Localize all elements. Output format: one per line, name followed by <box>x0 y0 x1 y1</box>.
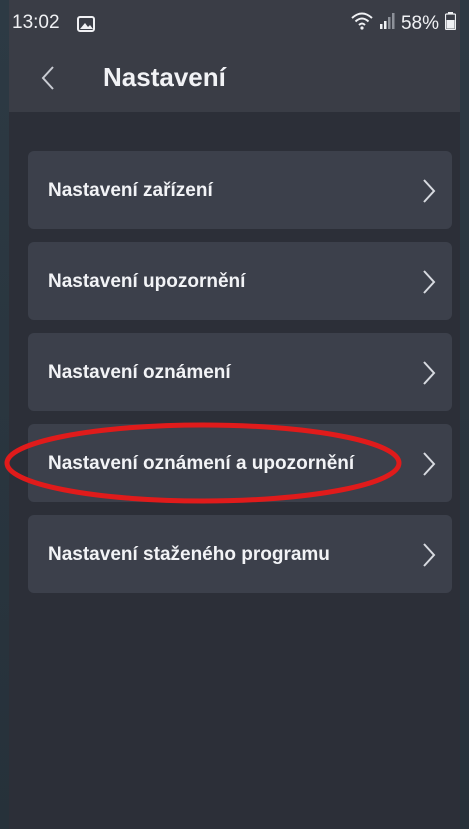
settings-item-alerts[interactable]: Nastavení upozornění <box>28 242 452 320</box>
settings-list: Nastavení zařízení Nastavení upozornění … <box>28 151 452 606</box>
status-icons: 58% <box>351 12 457 35</box>
settings-item-downloaded-program[interactable]: Nastavení staženého programu <box>28 515 452 593</box>
settings-item-notifications-and-alerts[interactable]: Nastavení oznámení a upozornění <box>28 424 452 502</box>
settings-item-notifications[interactable]: Nastavení oznámení <box>28 333 452 411</box>
settings-item-label: Nastavení oznámení <box>48 362 231 383</box>
chevron-right-icon <box>423 179 436 203</box>
page-title: Nastavení <box>103 62 226 92</box>
battery-percent: 58% <box>400 12 439 34</box>
chevron-right-icon <box>423 452 436 476</box>
chevron-right-icon <box>423 361 436 385</box>
image-icon <box>77 15 95 38</box>
settings-item-label: Nastavení oznámení a upozornění <box>48 453 355 474</box>
settings-item-label: Nastavení zařízení <box>48 180 213 201</box>
chevron-right-icon <box>423 543 436 567</box>
chevron-right-icon <box>423 270 436 294</box>
wifi-icon <box>351 12 373 35</box>
signal-icon <box>379 12 395 35</box>
battery-icon <box>444 12 457 35</box>
back-button[interactable] <box>35 60 65 96</box>
chevron-left-icon <box>41 66 54 90</box>
status-bar: 13:02 58% <box>9 0 460 44</box>
settings-item-label: Nastavení upozornění <box>48 271 246 292</box>
status-time: 13:02 <box>12 12 60 33</box>
settings-item-device[interactable]: Nastavení zařízení <box>28 151 452 229</box>
app-header: Nastavení <box>9 44 460 112</box>
phone-screen: 13:02 58% Nastavení Nastavení zařízení N… <box>9 0 460 829</box>
settings-item-label: Nastavení staženého programu <box>48 544 330 565</box>
